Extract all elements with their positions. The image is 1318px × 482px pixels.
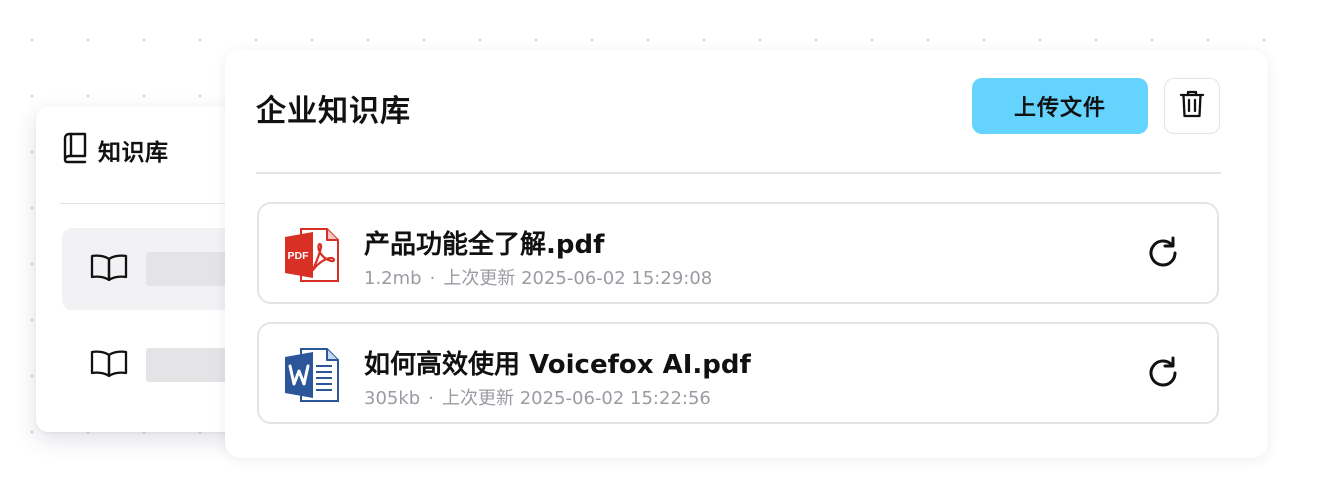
panel-divider (256, 172, 1221, 174)
file-meta: 1.2mb · 上次更新 2025-06-02 15:29:08 (364, 264, 712, 290)
delete-button[interactable] (1164, 78, 1220, 134)
file-meta: 305kb · 上次更新 2025-06-02 15:22:56 (364, 384, 711, 410)
updated-label: 上次更新 (443, 268, 516, 289)
refresh-icon[interactable] (1145, 355, 1181, 395)
svg-text:PDF: PDF (288, 250, 310, 262)
file-name: 产品功能全了解.pdf (364, 230, 605, 260)
open-book-icon (90, 253, 128, 285)
meta-separator: · (428, 388, 434, 409)
pdf-file-icon: PDF (283, 226, 341, 288)
file-name: 如何高效使用 Voicefox AI.pdf (364, 350, 751, 380)
book-icon (60, 132, 88, 168)
updated-time: 2025-06-02 15:29:08 (521, 268, 713, 289)
trash-icon (1179, 89, 1205, 123)
upload-file-button[interactable]: 上传文件 (972, 78, 1148, 134)
meta-separator: · (429, 268, 436, 289)
word-file-icon (283, 346, 341, 408)
file-item[interactable]: 如何高效使用 Voicefox AI.pdf 305kb · 上次更新 2025-0… (257, 322, 1219, 424)
sidebar-title: 知识库 (98, 140, 169, 166)
updated-time: 2025-06-02 15:22:56 (519, 388, 711, 409)
open-book-icon (90, 349, 128, 381)
file-item[interactable]: PDF 产品功能全了解.pdf 1.2mb · 上次更新 2025-06-02 15… (257, 202, 1219, 304)
page-title: 企业知识库 (256, 94, 411, 129)
sidebar-header: 知识库 (60, 132, 169, 168)
knowledge-base-panel: 企业知识库 上传文件 PDF 产品功能全了解.pdf 1.2mb · 上次更新 … (225, 50, 1268, 458)
updated-label: 上次更新 (441, 388, 514, 409)
file-size: 1.2mb (364, 268, 422, 289)
refresh-icon[interactable] (1145, 235, 1181, 275)
file-size: 305kb (364, 388, 421, 409)
